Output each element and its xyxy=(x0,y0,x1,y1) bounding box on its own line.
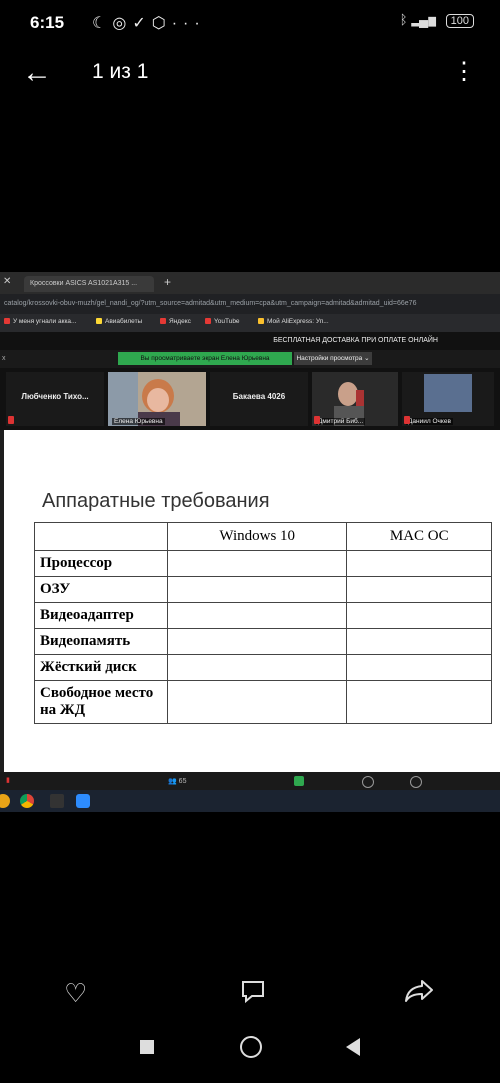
row-header: Жёсткий диск xyxy=(34,654,168,681)
folder-icon xyxy=(0,794,10,808)
shared-slide: Аппаратные требования Windows 10 MAC OC … xyxy=(4,430,500,772)
more-menu-icon[interactable]: ⋮ xyxy=(452,57,476,87)
muted-mic-icon xyxy=(8,416,14,424)
participant-tile: Любченко Тихо... xyxy=(6,372,104,426)
bookmark-item: У меня угнали акка... xyxy=(4,318,76,325)
table-row: Свободное место на ЖД xyxy=(34,680,492,724)
bookmark-item: Яндекс xyxy=(160,318,191,325)
chrome-icon xyxy=(20,794,34,808)
participant-tile: Даниил Очкев xyxy=(402,372,494,426)
bookmark-item: Мой AliExpress: Уп... xyxy=(258,318,329,325)
status-right-icons: ᛒ ▂▄▆ 100 xyxy=(400,12,474,28)
close-icon: x xyxy=(2,355,6,362)
signal-icon: ▂▄▆ xyxy=(411,12,437,27)
table-header-row: Windows 10 MAC OC xyxy=(34,522,492,551)
back-triangle-icon[interactable] xyxy=(346,1038,360,1056)
windows-taskbar xyxy=(0,790,500,812)
row-header: Свободное место на ЖД xyxy=(34,680,168,724)
image-counter: 1 из 1 xyxy=(92,60,149,83)
shield-icon: ⬡ xyxy=(151,15,172,32)
slide-title: Аппаратные требования xyxy=(42,490,270,512)
row-header: ОЗУ xyxy=(34,576,168,603)
row-header: Видеоадаптер xyxy=(34,602,168,629)
bookmarks-bar: У меня угнали акка... Авиабилеты Яндекс … xyxy=(0,314,500,332)
row-header: Процессор xyxy=(34,550,168,577)
zoom-controls-bar: ▮ 👥 65 xyxy=(0,772,500,792)
muted-mic-icon xyxy=(314,416,320,424)
battery-icon: 100 xyxy=(445,14,474,28)
browser-url-bar: catalog/krossovki-obuv-muzh/gel_nandi_og… xyxy=(0,294,500,314)
participants-icon: 👥 xyxy=(168,778,179,785)
home-circle-icon[interactable] xyxy=(240,1036,262,1058)
status-time: 6:15 xyxy=(30,13,65,32)
participant-tile: Бакаева 4026 xyxy=(210,372,308,426)
whatsapp-icon: ◎ xyxy=(112,15,133,32)
photo-viewer-image[interactable]: ✕ Кроссовки ASICS AS1021A315 ... + catal… xyxy=(0,272,500,812)
check-download-icon: ✓ xyxy=(132,15,152,32)
table-header-cell xyxy=(34,522,168,551)
new-tab-icon: + xyxy=(164,275,172,289)
share-screen-icon xyxy=(294,776,304,786)
participant-tile: Дмитрий Биб... xyxy=(312,372,398,426)
requirements-table: Windows 10 MAC OC Процессор ОЗУ Видеоада… xyxy=(34,522,492,724)
bookmark-item: YouTube xyxy=(205,318,240,325)
table-row: Видеоадаптер xyxy=(34,602,492,629)
row-header: Видеопамять xyxy=(34,628,168,655)
bluetooth-icon: ᛒ xyxy=(399,12,408,27)
share-icon[interactable] xyxy=(404,978,434,1011)
browser-tab-bar: ✕ Кроссовки ASICS AS1021A315 ... + xyxy=(0,272,500,294)
back-arrow-icon[interactable]: ← xyxy=(22,58,52,88)
reactions-icon xyxy=(410,776,422,788)
like-icon[interactable]: ♡ xyxy=(64,978,87,1009)
screen-share-banner: Вы просматриваете экран Елена Юрьевна xyxy=(118,352,292,365)
table-header-cell: Windows 10 xyxy=(166,522,348,551)
status-notification-icons: ☾◎✓⬡··· xyxy=(92,13,206,33)
promo-banner: БЕСПЛАТНАЯ ДОСТАВКА ПРИ ОПЛАТЕ ОНЛАЙН xyxy=(0,332,500,350)
table-row: Видеопамять xyxy=(34,628,492,655)
zoom-icon xyxy=(76,794,90,808)
more-dots-icon: ··· xyxy=(171,15,206,32)
bookmark-item: Авиабилеты xyxy=(96,318,142,325)
table-row: Жёсткий диск xyxy=(34,654,492,681)
participants-count: 👥 65 xyxy=(168,778,187,785)
muted-mic-icon xyxy=(404,416,410,424)
browser-tab: Кроссовки ASICS AS1021A315 ... xyxy=(24,276,154,292)
close-icon: ✕ xyxy=(3,276,12,287)
mic-icon: ▮ xyxy=(6,777,10,784)
table-row: Процессор xyxy=(34,550,492,577)
participant-tile: Елена Юрьевна xyxy=(108,372,206,426)
app-icon xyxy=(50,794,64,808)
view-options-button: Настройки просмотра ⌄ xyxy=(294,352,372,365)
record-icon xyxy=(362,776,374,788)
recents-square-icon[interactable] xyxy=(140,1040,154,1054)
status-bar: 6:15 ☾◎✓⬡··· ᛒ ▂▄▆ 100 xyxy=(0,0,500,46)
table-header-cell: MAC OC xyxy=(346,522,492,551)
comment-icon[interactable] xyxy=(240,978,266,1011)
participant-gallery: Любченко Тихо... Елена Юрьевна Бакаева 4… xyxy=(0,368,500,430)
moon-icon: ☾ xyxy=(92,15,113,32)
table-row: ОЗУ xyxy=(34,576,492,603)
avatar xyxy=(424,374,472,412)
